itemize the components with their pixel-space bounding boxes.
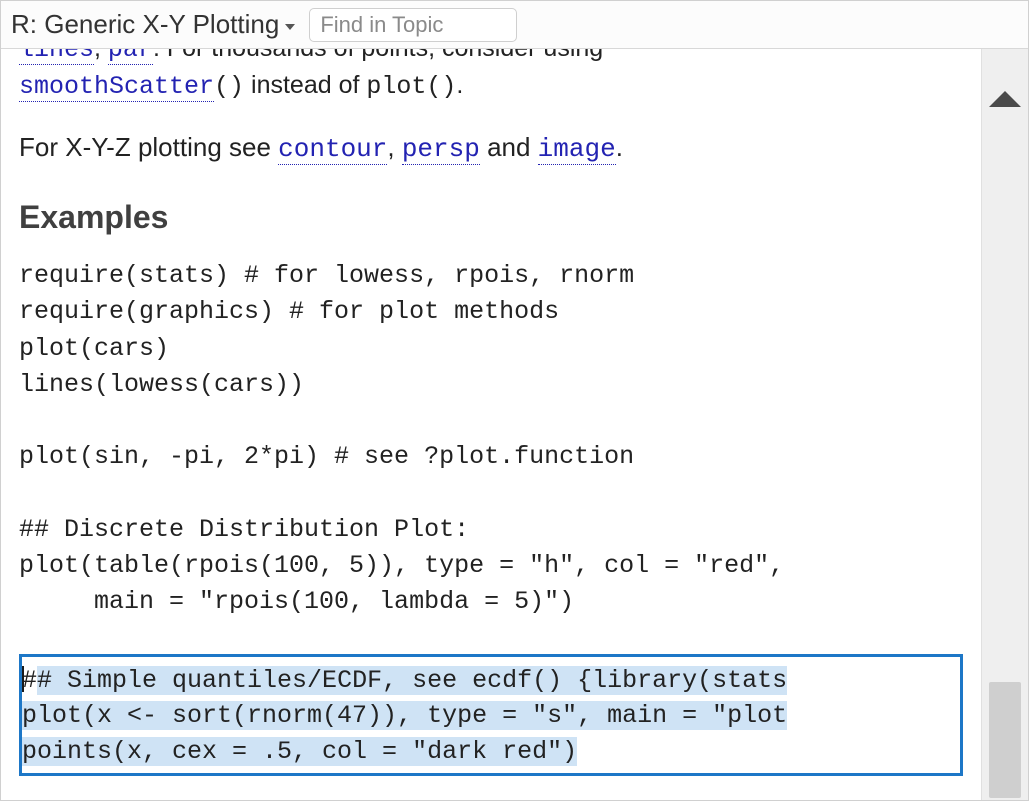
text-cursor-icon: [22, 666, 24, 692]
link-smoothscatter[interactable]: smoothScatter: [19, 72, 214, 102]
content-row: lines, par. For thousands of points, con…: [1, 49, 1028, 800]
help-content: lines, par. For thousands of points, con…: [1, 49, 981, 800]
link-lines[interactable]: lines: [19, 49, 94, 65]
topic-title: R: Generic X-Y Plotting: [11, 9, 279, 40]
sel-line1: # Simple quantiles/ECDF, see ecdf() {lib…: [37, 666, 787, 695]
examples-heading: Examples: [19, 199, 963, 236]
header-bar: R: Generic X-Y Plotting: [1, 1, 1028, 49]
text-period: .: [456, 71, 463, 99]
cutoff-text-frag: . For thousands of points, consider usin…: [153, 49, 603, 62]
link-image[interactable]: image: [538, 134, 616, 165]
xyz-paragraph: For X-Y-Z plotting see contour, persp an…: [19, 130, 963, 167]
sel-line2: plot(x <- sort(rnorm(47)), type = "s", m…: [22, 701, 787, 730]
scrollbar-track[interactable]: [981, 49, 1028, 800]
scroll-up-arrow-icon[interactable]: [989, 91, 1021, 107]
link-contour[interactable]: contour: [278, 134, 387, 165]
xyz-prefix: For X-Y-Z plotting see: [19, 132, 278, 162]
code-parens: (): [214, 72, 244, 101]
topic-title-dropdown[interactable]: R: Generic X-Y Plotting: [11, 9, 295, 40]
selected-code-pre: ## Simple quantiles/ECDF, see ecdf() {li…: [22, 661, 958, 770]
sel-line3: points(x, cex = .5, col = "dark red"): [22, 737, 577, 766]
link-par[interactable]: par: [108, 49, 153, 65]
caret-down-icon: [285, 24, 295, 30]
xyz-suffix: .: [616, 132, 623, 162]
example-code-block[interactable]: require(stats) # for lowess, rpois, rnor…: [19, 258, 963, 621]
selected-code-block[interactable]: ## Simple quantiles/ECDF, see ecdf() {li…: [19, 654, 963, 777]
sep1: ,: [387, 132, 401, 162]
cutoff-paragraph: lines, par. For thousands of points, con…: [19, 49, 963, 104]
link-persp[interactable]: persp: [402, 134, 480, 165]
sep2: and: [480, 132, 538, 162]
help-viewer-frame: R: Generic X-Y Plotting lines, par. For …: [0, 0, 1029, 801]
search-input[interactable]: [309, 8, 517, 42]
code-plot: plot(): [366, 72, 456, 101]
scrollbar-thumb[interactable]: [989, 682, 1021, 798]
text-instead: instead of: [244, 71, 366, 99]
sel-hash: #: [22, 666, 37, 695]
